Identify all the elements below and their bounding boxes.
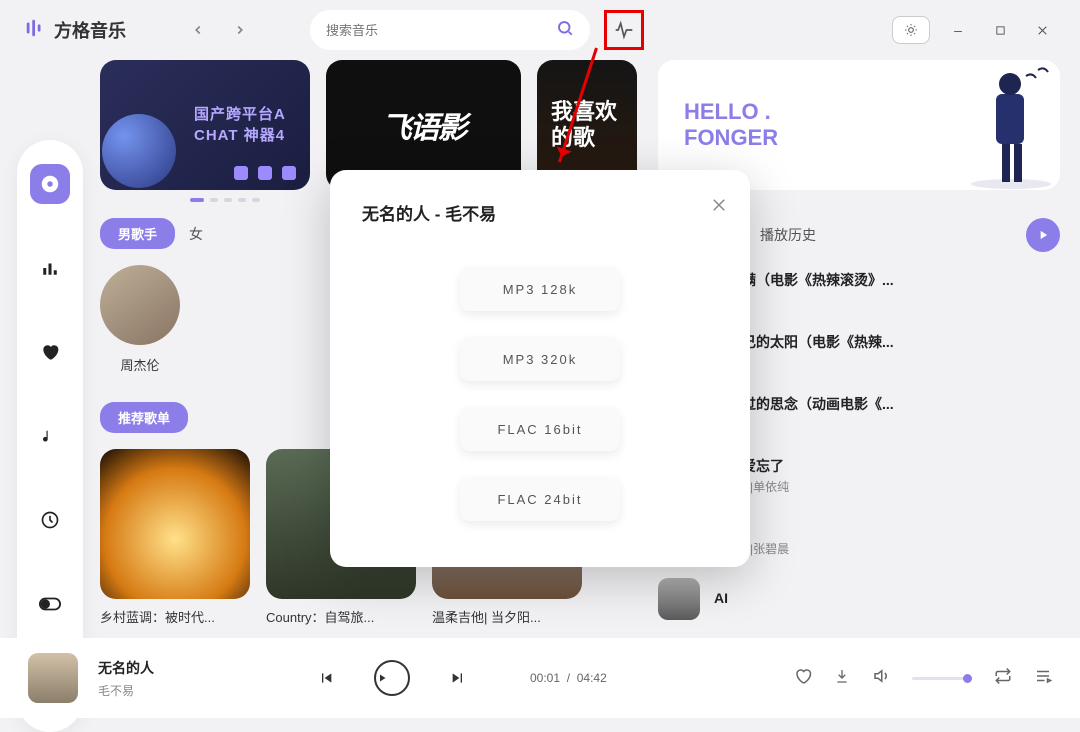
- quality-option[interactable]: MP3 128k: [460, 267, 620, 311]
- quality-option[interactable]: MP3 320k: [460, 337, 620, 381]
- quality-option[interactable]: FLAC 16bit: [460, 407, 620, 451]
- modal-title: 无名的人 - 毛不易: [362, 200, 718, 225]
- quality-modal: 无名的人 - 毛不易 MP3 128k MP3 320k FLAC 16bit …: [330, 170, 750, 567]
- quality-option[interactable]: FLAC 24bit: [460, 477, 620, 521]
- modal-close-button[interactable]: [710, 196, 728, 219]
